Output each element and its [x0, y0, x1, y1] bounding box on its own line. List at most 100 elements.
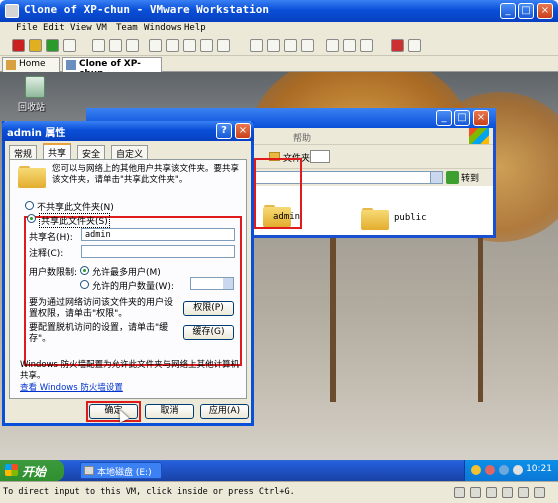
maximize-button[interactable]: □: [518, 3, 534, 19]
sound-icon[interactable]: [534, 487, 545, 498]
permissions-button[interactable]: 权限(P): [183, 301, 234, 316]
close-button[interactable]: ×: [537, 3, 553, 19]
hdd-icon[interactable]: [454, 487, 465, 498]
cdrom-icon[interactable]: [470, 487, 481, 498]
tab-vm[interactable]: Clone of XP-chun: [62, 57, 162, 79]
taskbar-item-label: 本地磁盘 (E:): [97, 468, 152, 478]
stop-icon[interactable]: [391, 39, 404, 52]
menu-edit[interactable]: Edit: [43, 23, 65, 33]
taskbar-item-local-disk[interactable]: 本地磁盘 (E:): [80, 462, 162, 479]
suspend-icon[interactable]: [29, 39, 42, 52]
ok-button-highlight: [86, 401, 141, 422]
start-button[interactable]: 开始: [0, 460, 64, 481]
reset-icon[interactable]: [63, 39, 76, 52]
folder-public-icon[interactable]: [361, 208, 389, 230]
tabs-view-icon[interactable]: [267, 39, 280, 52]
menu-file[interactable]: File: [16, 23, 38, 33]
snapshot-manager-icon[interactable]: [126, 39, 139, 52]
sidebar-toggle-icon[interactable]: [250, 39, 263, 52]
menu-team[interactable]: Team: [116, 23, 138, 33]
vmware-toolbar: [0, 36, 558, 56]
no-share-radio[interactable]: [25, 201, 34, 210]
share-radio[interactable]: [27, 214, 36, 223]
menu-windows[interactable]: Windows: [144, 23, 182, 33]
vmware-app-icon: [5, 4, 19, 18]
no-share-label[interactable]: 不共享此文件夹(N): [37, 200, 114, 213]
tab-sharing[interactable]: 共享: [43, 143, 72, 159]
team-icon[interactable]: [166, 39, 179, 52]
guest-taskbar: 开始 本地磁盘 (E:) 10:21: [0, 460, 558, 481]
tab-home-label: Home: [19, 59, 46, 69]
share-label[interactable]: 共享此文件夹(S): [39, 213, 110, 228]
tab-general[interactable]: 常规: [9, 145, 38, 160]
network-icon[interactable]: [499, 465, 509, 475]
dialog-title: admin 属性: [7, 128, 66, 139]
admin-folder-highlight: [254, 158, 302, 229]
folder-public-label[interactable]: public: [394, 213, 427, 223]
explorer-maximize-button[interactable]: □: [454, 110, 470, 126]
allowed-users-radio[interactable]: [80, 280, 89, 289]
prefs-icon[interactable]: [408, 39, 421, 52]
cache-text: 要配置脱机访问的设置，请单击"缓存"。: [29, 323, 169, 344]
cancel-button[interactable]: 取消: [145, 404, 194, 419]
help-button[interactable]: ?: [216, 123, 232, 139]
console-view-icon[interactable]: [284, 39, 297, 52]
antivirus-icon[interactable]: [485, 465, 495, 475]
cache-button[interactable]: 缓存(G): [183, 325, 234, 340]
menu-help[interactable]: 帮助: [293, 131, 311, 144]
quick-switch-icon[interactable]: [301, 39, 314, 52]
volume-icon[interactable]: [513, 465, 523, 475]
tab-security[interactable]: 安全: [77, 145, 106, 160]
capture-icon[interactable]: [183, 39, 196, 52]
menu-view[interactable]: View: [70, 23, 92, 33]
explorer-close-button[interactable]: ×: [473, 110, 489, 126]
max-users-radio[interactable]: [80, 266, 89, 275]
max-users-label[interactable]: 允许最多用户(M): [92, 265, 161, 278]
address-dropdown-icon[interactable]: [430, 171, 443, 184]
recycle-bin-icon: [25, 76, 45, 98]
network-adapter-icon[interactable]: [502, 487, 513, 498]
apply-button[interactable]: 应用(A): [200, 404, 249, 419]
comment-input[interactable]: [81, 245, 235, 258]
clock[interactable]: 10:21: [526, 464, 552, 474]
power-on-icon[interactable]: [46, 39, 59, 52]
share-name-label: 共享名(H):: [29, 233, 73, 243]
go-arrow-icon: [446, 171, 459, 184]
vmware-tabbar: Home Clone of XP-chun: [0, 56, 558, 79]
usb-icon[interactable]: [518, 487, 529, 498]
menu-help[interactable]: Help: [184, 23, 206, 33]
firewall-settings-link[interactable]: 查看 Windows 防火墙设置: [20, 381, 123, 393]
go-button-label: 转到: [461, 174, 480, 184]
unity-icon[interactable]: [343, 39, 356, 52]
explorer-minimize-button[interactable]: _: [436, 110, 452, 126]
dialog-close-button[interactable]: ×: [235, 123, 251, 139]
allowed-users-spinner[interactable]: [190, 277, 234, 290]
snapshot-icon[interactable]: [92, 39, 105, 52]
record-icon[interactable]: [200, 39, 213, 52]
movie-icon[interactable]: [217, 39, 230, 52]
minimize-button[interactable]: _: [500, 3, 516, 19]
tab-customize[interactable]: 自定义: [111, 145, 149, 160]
summary-icon[interactable]: [360, 39, 373, 52]
properties-dialog[interactable]: admin 属性 ? × 常规 共享 安全 自定义 您可以与网络上的其他用户共享…: [2, 121, 254, 426]
tab-home[interactable]: Home: [2, 57, 60, 72]
menu-vm[interactable]: VM: [96, 23, 107, 33]
go-button[interactable]: 转到: [445, 170, 481, 185]
clone-icon[interactable]: [149, 39, 162, 52]
security-icon[interactable]: [471, 465, 481, 475]
revert-icon[interactable]: [109, 39, 122, 52]
window-title: Clone of XP-chun - VMware Workstation: [24, 3, 270, 16]
floppy-icon[interactable]: [486, 487, 497, 498]
recycle-bin[interactable]: 回收站: [18, 76, 52, 113]
dialog-titlebar: admin 属性 ? ×: [2, 121, 254, 141]
shared-folder-icon: [18, 166, 46, 188]
windows-logo-icon: [469, 128, 489, 144]
share-name-input[interactable]: admin: [81, 228, 235, 241]
views-icon[interactable]: [310, 150, 330, 163]
allowed-users-label[interactable]: 允许的用户数量(W):: [92, 279, 174, 292]
vm-icon: [66, 60, 76, 70]
spinner-arrows-icon[interactable]: [223, 278, 233, 289]
fullscreen-icon[interactable]: [326, 39, 339, 52]
power-off-icon[interactable]: [12, 39, 25, 52]
wallpaper-trunk: [478, 212, 483, 402]
